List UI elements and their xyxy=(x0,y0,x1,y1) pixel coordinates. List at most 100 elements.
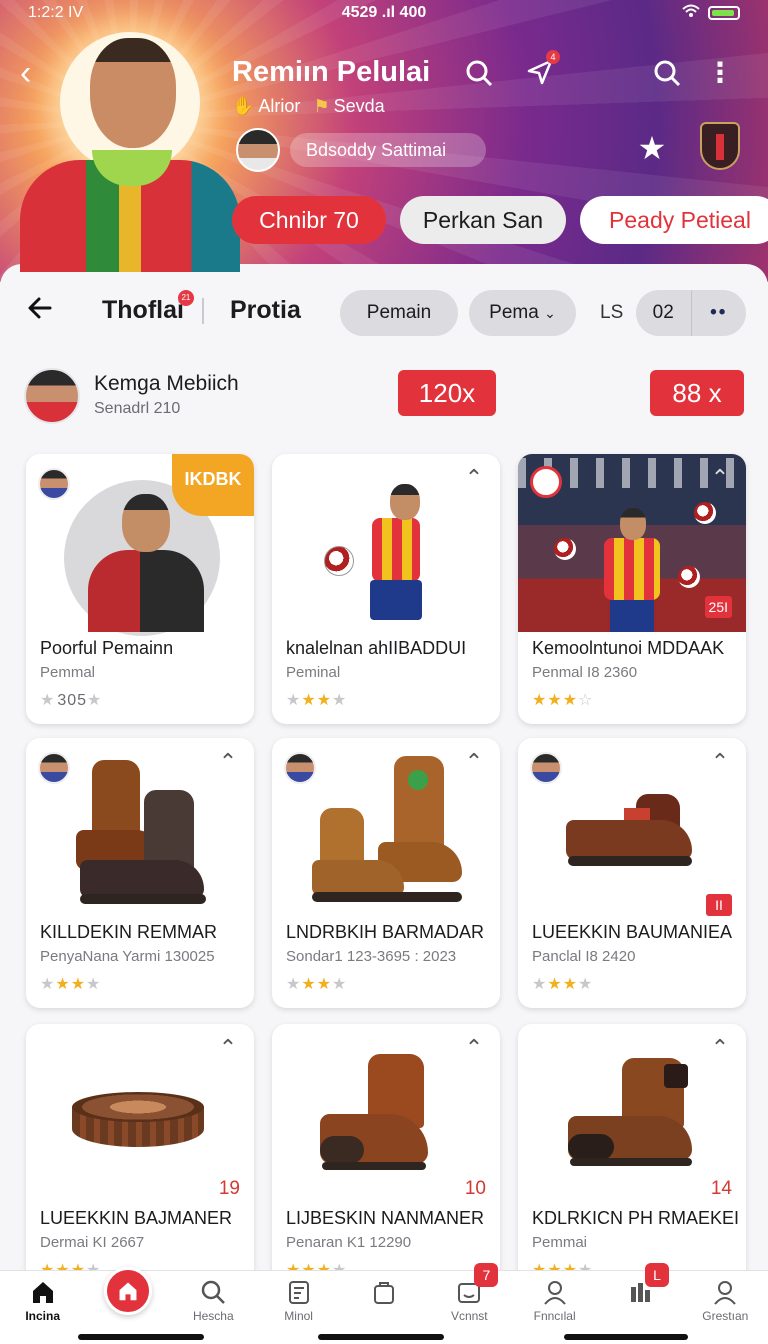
card-tag: 25I xyxy=(704,596,732,618)
wifi-icon xyxy=(682,4,700,23)
card-meta: Pemmai xyxy=(532,1234,588,1251)
chevron-up-icon[interactable]: ⌃ xyxy=(708,750,732,774)
nav-label: Grestıan xyxy=(702,1309,749,1323)
chip-tertiary[interactable]: Peady Petieal xyxy=(580,196,768,244)
filter-dropdown[interactable]: Pema ⌄ xyxy=(469,290,576,336)
seller-sub: Senadrl 210 xyxy=(94,400,181,417)
chevron-up-icon[interactable]: ⌃ xyxy=(708,1036,732,1060)
card-title: LIJBESKIN NANMANER xyxy=(286,1208,485,1228)
divider xyxy=(202,298,204,324)
wave-hand-icon: ✋ xyxy=(232,96,255,116)
avatar xyxy=(284,752,316,784)
product-card[interactable]: ⌃ 10 LIJBESKIN NANMANER Penaran K1 12290… xyxy=(272,1024,500,1294)
profile-icon xyxy=(540,1279,570,1309)
nav-badge: 7 xyxy=(474,1263,499,1287)
chevron-up-icon[interactable]: ⌃ xyxy=(708,466,732,490)
rating-stars: ★★★★ xyxy=(286,976,348,993)
filter-pemain[interactable]: Pemain xyxy=(340,290,458,336)
product-card[interactable]: ⌃ 25I Kemoolntunoi MDDAAK Penmal I8 2360… xyxy=(518,454,746,724)
product-card[interactable]: ⌃ KILLDEKIN REMMAR PenyaNana Yarmi 13002… xyxy=(26,738,254,1008)
chip-secondary[interactable]: Perkan San xyxy=(400,196,566,244)
avatar xyxy=(530,752,562,784)
hero-user-row[interactable]: Bdsoddy Sattimai xyxy=(236,128,486,172)
card-count: 19 xyxy=(218,1178,240,1199)
club-crest-icon[interactable] xyxy=(700,122,740,170)
home-icon xyxy=(28,1279,58,1309)
more-vertical-icon[interactable]: ⋮ xyxy=(706,54,734,90)
chevron-up-icon[interactable]: ⌃ xyxy=(216,750,240,774)
back-icon[interactable]: ‹ xyxy=(20,56,56,92)
rating-stars: ★★★★ xyxy=(40,976,102,993)
card-title: LNDRBKIH BARMADAR xyxy=(286,922,485,942)
section-title[interactable]: Thoflai 21 xyxy=(102,290,194,325)
segment-control[interactable]: 02 •• xyxy=(636,290,746,336)
product-card[interactable]: ⌃ II LUEEKKIN BAUMANIEA Panclal I8 2420 … xyxy=(518,738,746,1008)
search-icon[interactable] xyxy=(462,56,496,90)
card-title: Kemoolntunoi MDDAAK xyxy=(532,638,725,658)
nav-user[interactable]: Grestıan xyxy=(683,1271,768,1344)
card-meta: Pemmal xyxy=(40,664,96,681)
user-pill[interactable]: Bdsoddy Sattimai xyxy=(290,133,486,167)
card-meta: Peminal xyxy=(286,664,341,681)
home-indicator xyxy=(564,1334,688,1340)
chevron-up-icon[interactable]: ⌃ xyxy=(462,466,486,490)
card-meta: Penmal I8 2360 xyxy=(532,664,638,681)
rating-stars: ★★★☆ xyxy=(532,692,594,709)
send-badge: 4 xyxy=(546,50,560,64)
user-icon xyxy=(710,1279,740,1309)
card-meta: Penaran K1 12290 xyxy=(286,1234,412,1251)
flag-icon: ⚑ xyxy=(313,96,330,116)
segment-value[interactable]: 02 xyxy=(636,290,691,336)
bag-icon xyxy=(369,1279,399,1309)
chevron-down-icon: ⌄ xyxy=(544,305,556,321)
battery-icon xyxy=(707,6,740,20)
seller-name: Kemga Mebiich xyxy=(94,372,239,395)
title-badge: 21 xyxy=(177,290,194,306)
more-horizontal-icon[interactable]: •• xyxy=(690,290,747,336)
card-title: LUEEKKIN BAUMANIEA xyxy=(532,922,733,942)
product-card[interactable]: IKDBK Poorful Pemainn Pemmal ★ 305★ xyxy=(26,454,254,724)
search-icon xyxy=(198,1279,228,1309)
chip-primary[interactable]: Chnibr 70 xyxy=(232,196,386,244)
star-icon[interactable]: ★ xyxy=(634,130,670,166)
product-card[interactable]: ⌃ knalelnan ahIIBADDUI Peminal ★★★★ xyxy=(272,454,500,724)
ls-label: LS xyxy=(600,302,624,323)
search-icon[interactable] xyxy=(650,56,684,90)
seller-row[interactable]: Kemga Mebiich Senadrl 210 120x 88 x xyxy=(24,366,744,426)
chevron-up-icon[interactable]: ⌃ xyxy=(216,1036,240,1060)
product-card[interactable]: ⌃ LNDRBKIH BARMADAR Sondar1 123-3695 : 2… xyxy=(272,738,500,1008)
toolbar: Thoflai 21 Protia Pemain Pema ⌄ LS 02 •• xyxy=(0,290,768,338)
note-icon xyxy=(284,1279,314,1309)
nav-label: Hescha xyxy=(192,1309,234,1323)
corner-badge: IKDBK xyxy=(172,454,254,516)
content-sheet: Thoflai 21 Protia Pemain Pema ⌄ LS 02 ••… xyxy=(0,264,768,1344)
avatar xyxy=(38,752,70,784)
status-time: 1:2:2 IV xyxy=(28,4,84,21)
avatar xyxy=(236,128,280,172)
hero-chip-row: Chnibr 70 Perkan San Peady Petieal xyxy=(232,196,768,244)
rating-stars: ★ 305★ xyxy=(40,692,103,709)
home-fab-icon xyxy=(103,1267,152,1315)
home-indicator xyxy=(78,1334,204,1340)
card-count: 10 xyxy=(464,1178,486,1199)
nav-home[interactable]: Incina xyxy=(0,1271,85,1344)
card-title: LUEEKKIN BAJMANER xyxy=(40,1208,233,1228)
count-tag[interactable]: 88 x xyxy=(650,370,744,416)
card-meta: Sondar1 123-3695 : 2023 xyxy=(286,948,457,965)
back-arrow-icon[interactable] xyxy=(26,292,54,331)
card-meta: Panclal I8 2420 xyxy=(532,948,636,965)
nav-label: Vcnnst xyxy=(450,1309,488,1323)
chevron-up-icon[interactable]: ⌃ xyxy=(462,1036,486,1060)
profile-name: Remiın Pelulai xyxy=(232,56,431,88)
product-card[interactable]: ⌃ 19 LUEEKKIN BAJMANER Dermai KI 2667 ★★… xyxy=(26,1024,254,1294)
product-card[interactable]: ⌃ 14 KDLRKICN PH RMAEKEI Pemmai ★★★★ xyxy=(518,1024,746,1294)
chevron-up-icon[interactable]: ⌃ xyxy=(462,750,486,774)
status-signal-text: 4529 .ıl 400 xyxy=(341,4,427,21)
status-icons xyxy=(503,4,740,23)
home-indicator xyxy=(318,1334,444,1340)
count-tag[interactable]: 120x xyxy=(398,370,496,416)
section-subtitle[interactable]: Protia xyxy=(230,296,301,325)
nav-label: Minol xyxy=(284,1309,313,1323)
send-icon[interactable]: 4 xyxy=(522,50,560,90)
card-tag: II xyxy=(706,894,732,916)
